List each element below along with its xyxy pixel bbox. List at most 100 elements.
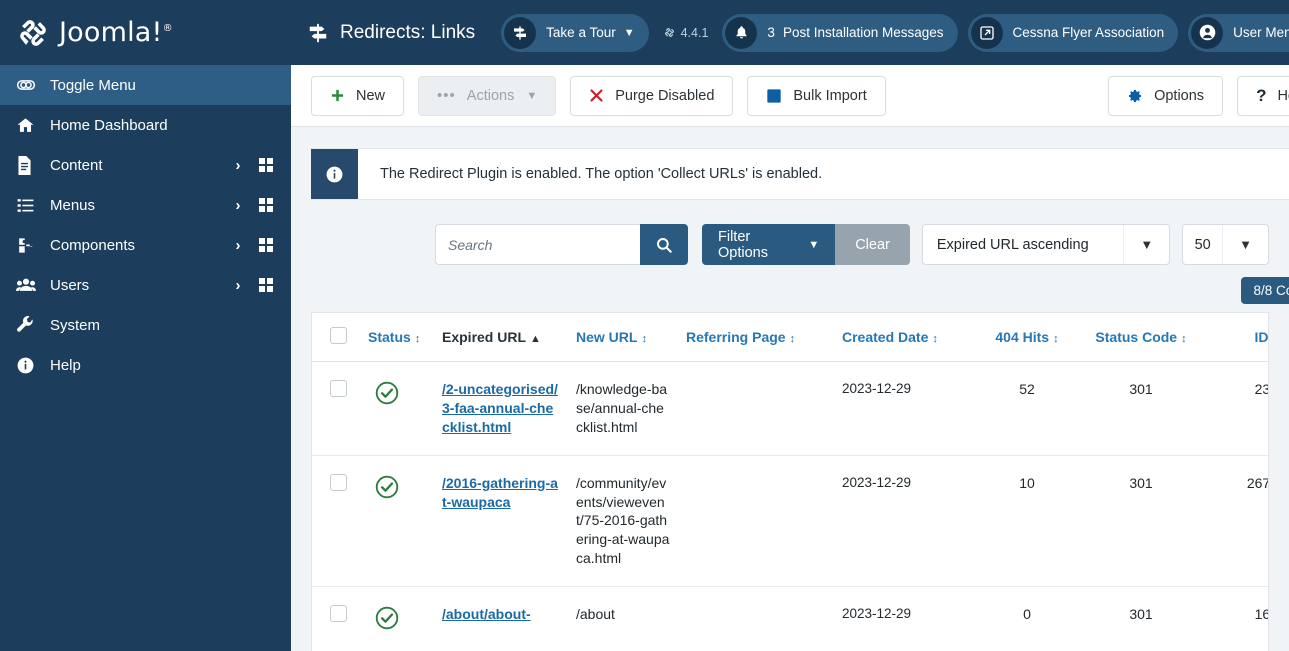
help-button[interactable]: ? He [1237,75,1289,116]
column-label: Created Date [842,329,929,345]
status-enabled-icon[interactable] [374,380,400,406]
puzzle-icon [16,236,42,255]
sidebar-item-content[interactable]: Content › [0,145,291,185]
row-404-hits-cell: 0 [976,586,1078,651]
column-header-created-date[interactable]: Created Date ↕ [834,313,976,362]
column-header-status[interactable]: Status ↕ [360,313,434,362]
purge-disabled-button[interactable]: Purge Disabled [570,75,734,116]
expired-url-link[interactable]: /2-uncategorised/3-faa-annual-checklist.… [442,381,558,435]
column-header-referring-page[interactable]: Referring Page ↕ [678,313,834,362]
row-status-cell[interactable] [360,586,434,651]
grid-icon[interactable] [255,238,277,252]
sidebar-item-system[interactable]: System [0,305,291,345]
user-menu-label: User Menu [1233,25,1289,40]
chevron-down-icon: ▼ [808,238,820,251]
sidebar-item-label: System [50,316,101,334]
take-a-tour-button[interactable]: Take a Tour ▼ [501,13,649,52]
column-header-expired-url[interactable]: Expired URL ▲ [434,313,568,362]
table-head: Status ↕ Expired URL ▲ New URL ↕ Referring … [312,313,1268,362]
chevron-right-icon[interactable]: › [221,197,255,214]
redirect-links-table: Status ↕ Expired URL ▲ New URL ↕ Referring … [312,313,1268,651]
visit-site-button[interactable]: Cessna Flyer Association [967,13,1179,52]
status-enabled-icon[interactable] [374,605,400,631]
messages-count: 3 [767,25,775,40]
row-status-cell[interactable] [360,361,434,456]
search-button[interactable] [640,224,688,265]
row-status-cell[interactable] [360,455,434,588]
grid-icon[interactable] [255,158,277,172]
chevron-down-icon: ▼ [1222,225,1268,264]
row-created-date-cell: 2023-12-29 [834,586,976,651]
column-header-status-code[interactable]: Status Code ↕ [1078,313,1204,362]
filter-bar: Filter Options ▼ Clear Expired URL ascen… [311,224,1270,265]
row-id-cell: 235 [1204,361,1268,456]
column-header-404-hits[interactable]: 404 Hits ↕ [976,313,1078,362]
options-button[interactable]: Options [1108,75,1224,116]
joomla-logo[interactable]: Joomla!® [0,0,291,65]
row-checkbox[interactable] [330,380,347,397]
chevron-right-icon[interactable]: › [221,237,255,254]
user-menu-button[interactable]: User Menu ▼ [1188,13,1289,52]
grid-icon[interactable] [255,198,277,212]
search-input[interactable] [435,224,640,265]
sidebar-item-menus[interactable]: Menus › [0,185,291,225]
chevron-right-icon[interactable]: › [221,277,255,294]
select-all-checkbox[interactable] [330,327,347,344]
row-checkbox-cell[interactable] [312,586,360,651]
sidebar-item-toggle-menu[interactable]: Toggle Menu [0,65,291,105]
expired-url-link[interactable]: /2016-gathering-at-waupaca [442,475,558,510]
row-checkbox-cell[interactable] [312,361,360,456]
chevron-right-icon[interactable]: › [221,157,255,174]
table-row: /about/about- /about 2023-12-29 0 301 16… [312,586,1268,651]
main-area: Redirects: Links Take a Tour ▼ 4.4.1 3 P… [291,0,1289,651]
actions-button[interactable]: ••• Actions ▼ [418,75,557,116]
row-checkbox[interactable] [330,473,347,491]
bell-icon [725,16,758,49]
sort-select[interactable]: Expired URL ascending ▼ [921,224,1171,265]
joomla-mark-icon [14,14,52,52]
expired-url-link[interactable]: /about/about- [442,606,531,622]
sidebar-item-users[interactable]: Users › [0,265,291,305]
list-limit-select[interactable]: 50 ▼ [1182,224,1270,265]
actions-label: Actions [466,87,515,104]
site-label: Cessna Flyer Association [1012,25,1165,40]
filter-options-label: Filter Options [718,228,768,261]
sidebar-item-help[interactable]: Help [0,345,291,385]
row-checkbox[interactable] [330,605,347,623]
grid-icon[interactable] [255,278,277,292]
columns-toggle-badge[interactable]: 8/8 Colum [1241,277,1289,304]
joomla-version: 4.4.1 [663,26,708,40]
column-header-checkbox[interactable] [312,313,360,362]
sidebar-item-label: Menus [50,196,96,214]
clear-button[interactable]: Clear [835,224,910,265]
row-id-cell: 2673 [1204,455,1268,588]
row-checkbox-cell[interactable] [312,455,360,588]
row-referring-page-cell [678,361,834,456]
new-button[interactable]: New [311,75,405,116]
bulk-import-button[interactable]: Bulk Import [747,75,886,116]
sidebar-item-label: Home Dashboard [50,116,168,134]
table-row: /2016-gathering-at-waupaca /community/ev… [312,455,1268,588]
alert-message: The Redirect Plugin is enabled. The opti… [380,166,823,182]
column-label: Referring Page [686,329,786,345]
post-installation-messages-button[interactable]: 3 Post Installation Messages [722,13,958,52]
sidebar-item-home-dashboard[interactable]: Home Dashboard [0,105,291,145]
messages-label: Post Installation Messages [782,25,944,40]
info-circle-icon [311,149,358,199]
row-404-hits-cell: 52 [976,361,1078,456]
column-header-id[interactable]: ID↕ [1204,313,1268,362]
table-row: /2-uncategorised/3-faa-annual-checklist.… [312,361,1268,456]
question-mark-icon: ? [1256,85,1267,105]
row-id-cell: 164 [1204,586,1268,651]
row-new-url-cell: /community/events/viewevent/75-2016-gath… [568,455,678,588]
column-header-new-url[interactable]: New URL ↕ [568,313,678,362]
info-icon [16,356,42,375]
page-title: Redirects: Links [307,22,475,44]
column-label: Expired URL [442,329,527,345]
content-pane: The Redirect Plugin is enabled. The opti… [291,127,1289,651]
sort-icon: ↕ [641,333,647,345]
sidebar-item-components[interactable]: Components › [0,225,291,265]
status-enabled-icon[interactable] [374,474,400,500]
help-label: He [1277,87,1289,104]
filter-options-button[interactable]: Filter Options ▼ [702,224,836,265]
